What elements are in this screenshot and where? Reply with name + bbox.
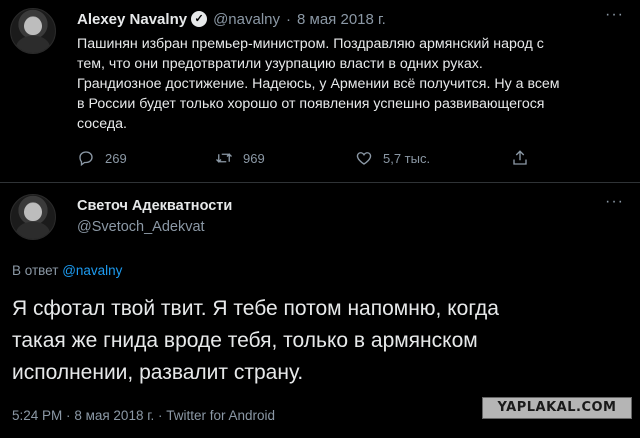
reply-date[interactable]: 8 мая 2018 г.: [74, 408, 154, 423]
retweet-button[interactable]: 969: [215, 148, 265, 168]
reply-count: 269: [105, 150, 127, 166]
avatar-body: [16, 222, 50, 239]
tweet-header: Alexey Navalny ✓ @navalny · 8 мая 2018 г…: [77, 9, 386, 29]
verified-badge-icon: ✓: [191, 11, 208, 27]
share-button[interactable]: [511, 148, 539, 168]
retweet-count: 969: [243, 150, 265, 166]
reply-time[interactable]: 5:24 PM: [12, 408, 62, 423]
like-button[interactable]: 5,7 тыс.: [355, 148, 430, 168]
more-options-icon[interactable]: ···: [605, 6, 624, 24]
share-icon: [513, 150, 527, 165]
reply-text: Я сфотал твой твит. Я тебе потом напомню…: [12, 297, 499, 384]
avatar-body: [16, 36, 50, 53]
avatar-face: [24, 16, 42, 36]
reply-meta: 5:24 PM · 8 мая 2018 г. · Twitter for An…: [12, 408, 275, 423]
site-watermark: YAPLAKAL.COM: [482, 397, 632, 419]
reply-button[interactable]: 269: [77, 148, 127, 168]
reply-author-handle[interactable]: @Svetoch_Adekvat: [77, 219, 205, 235]
meta-separator: ·: [158, 408, 163, 423]
retweet-icon: [216, 153, 232, 163]
heart-icon: [356, 152, 372, 165]
reply-to-mention[interactable]: @navalny: [62, 263, 122, 278]
avatar-face: [24, 202, 42, 222]
meta-separator: ·: [66, 408, 71, 423]
reply-client: Twitter for Android: [166, 408, 276, 423]
author-handle[interactable]: @navalny: [213, 11, 280, 28]
reply-to-prefix: В ответ: [12, 263, 59, 278]
reply-context: В ответ @navalny: [12, 263, 122, 278]
reply-icon: [79, 151, 93, 167]
original-tweet[interactable]: Alexey Navalny ✓ @navalny · 8 мая 2018 г…: [0, 0, 640, 180]
reply-more-options-icon[interactable]: ···: [605, 193, 624, 211]
author-name[interactable]: Alexey Navalny: [77, 11, 187, 28]
tweet-date[interactable]: 8 мая 2018 г.: [297, 11, 386, 28]
tweet-text: Пашинян избран премьер-министром. Поздра…: [77, 36, 560, 132]
separator: ·: [286, 10, 292, 28]
like-count: 5,7 тыс.: [383, 150, 431, 166]
divider: [0, 182, 640, 183]
avatar[interactable]: [10, 8, 56, 54]
tweet-actions: 269 969 5,7 тыс.: [77, 148, 547, 168]
reply-author-name[interactable]: Светоч Адекватности: [77, 198, 232, 214]
reply-avatar[interactable]: [10, 194, 56, 240]
